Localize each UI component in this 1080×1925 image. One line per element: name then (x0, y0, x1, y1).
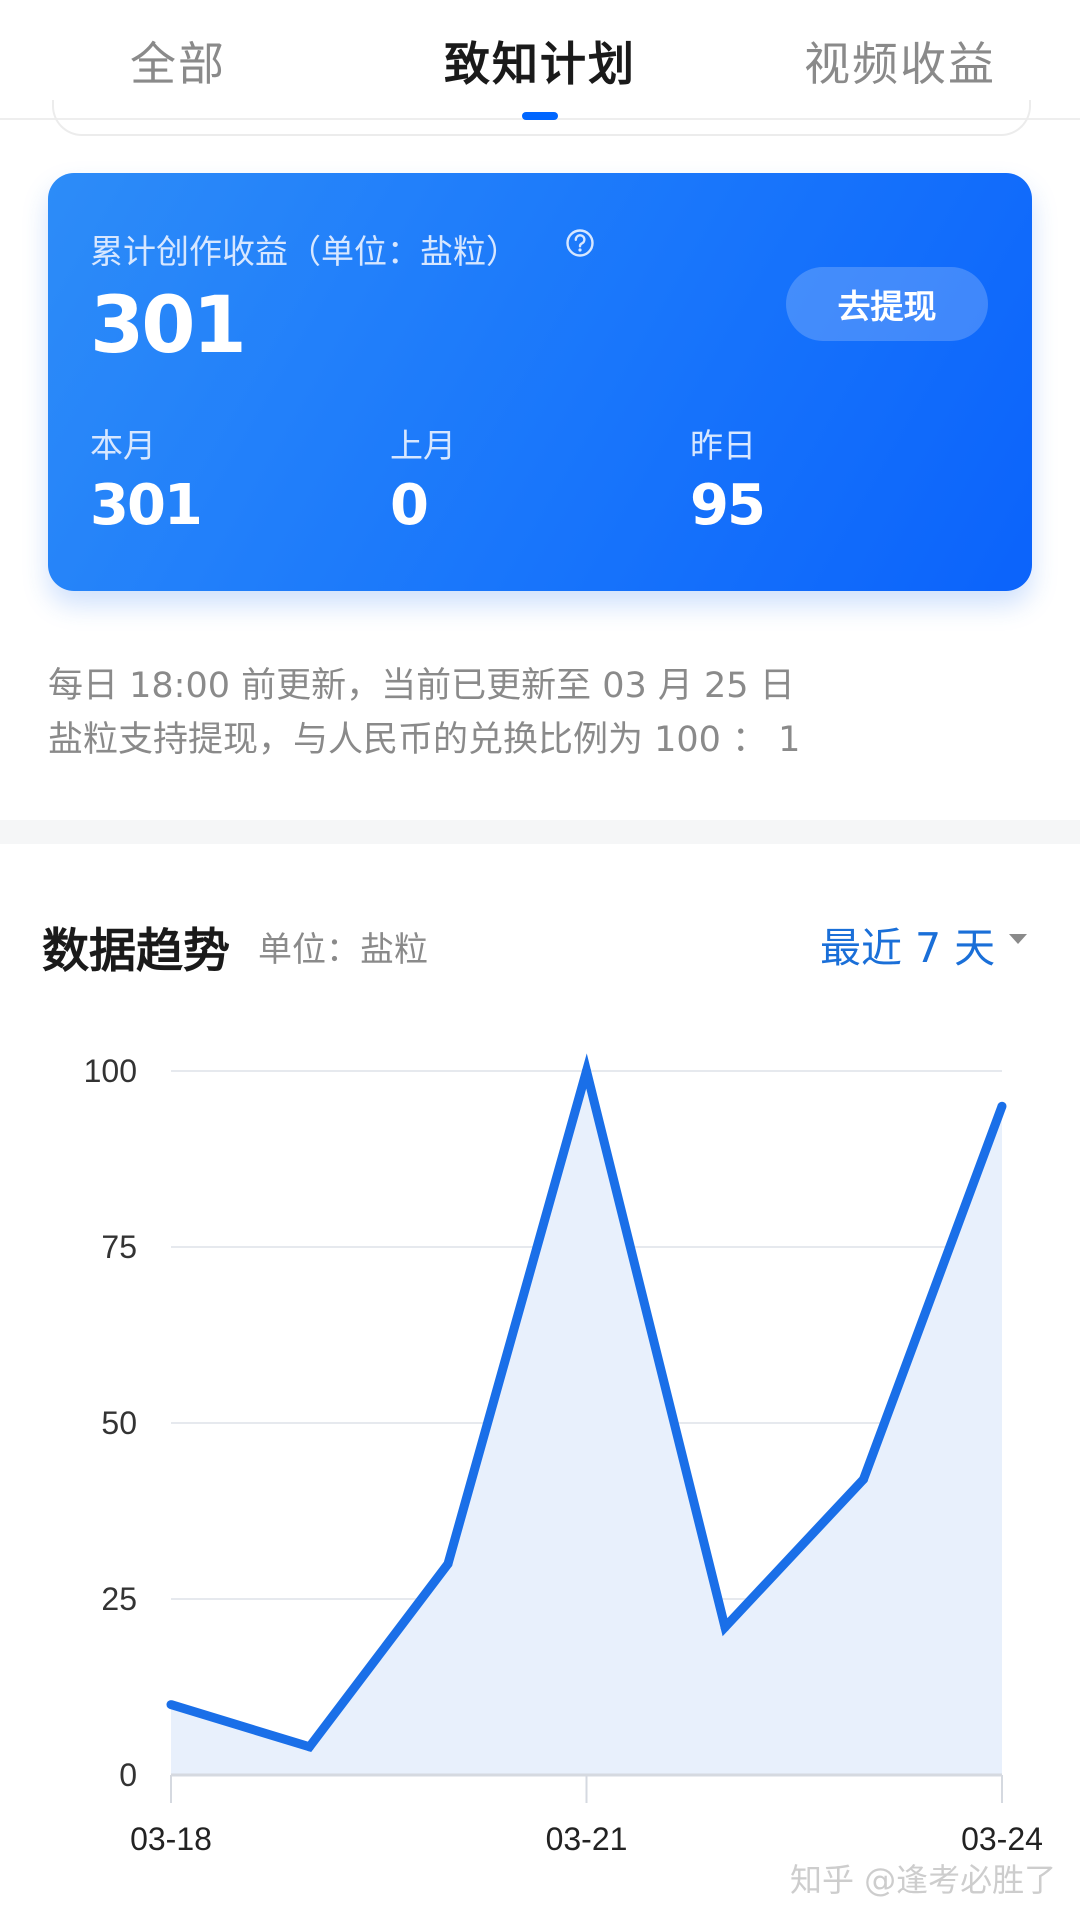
x-tick-label: 03-24 (961, 1821, 1043, 1857)
y-tick-label: 75 (101, 1229, 137, 1265)
y-tick-label: 0 (119, 1757, 137, 1793)
total-earnings-value: 301 (90, 281, 247, 371)
tab-video-earnings[interactable]: 视频收益 (804, 28, 996, 94)
stat-label-last-month: 上月 (390, 426, 456, 465)
caret-down-icon[interactable] (1009, 934, 1027, 944)
data-point (997, 1101, 1007, 1111)
y-tick-label: 50 (101, 1405, 137, 1441)
data-point (443, 1559, 453, 1569)
watermark: 知乎 @逢考必胜了 (790, 1861, 1057, 1899)
exchange-note: 盐粒支持提现，与人民币的兑换比例为 100 ： 1 (48, 720, 801, 760)
data-point (582, 1066, 591, 1076)
question-circle-icon[interactable] (565, 228, 595, 258)
data-point (720, 1622, 730, 1632)
trend-unit: 单位：盐粒 (258, 930, 428, 970)
earnings-title: 累计创作收益（单位：盐粒） (90, 232, 519, 271)
stat-value-this-month: 301 (90, 473, 203, 538)
stat-value-yesterday: 95 (690, 473, 766, 538)
tab-all[interactable]: 全部 (130, 28, 226, 94)
data-point (166, 1700, 176, 1710)
date-range-selector[interactable]: 最近 7 天 (820, 914, 995, 974)
stat-label-this-month: 本月 (90, 426, 156, 465)
data-point (305, 1742, 314, 1752)
trend-title: 数据趋势 (42, 924, 230, 979)
trend-chart: 0 25 50 75 100 03-18 03-21 03-24 (84, 1053, 1043, 1857)
x-tick-label: 03-18 (130, 1821, 212, 1857)
update-note: 每日 18:00 前更新，当前已更新至 03 月 25 日 (48, 666, 795, 706)
y-tick-label: 25 (101, 1581, 137, 1617)
withdraw-button[interactable]: 去提现 (786, 267, 988, 341)
tab-zhizhi-plan[interactable]: 致知计划 (444, 28, 636, 94)
earnings-card: 累计创作收益（单位：盐粒） 301 去提现 本月 301 上月 0 昨日 95 (48, 173, 1032, 591)
stat-label-yesterday: 昨日 (690, 426, 756, 465)
y-tick-label: 100 (84, 1053, 137, 1089)
section-divider (0, 820, 1080, 844)
previous-card-edge (52, 100, 1031, 136)
data-point (859, 1474, 868, 1484)
x-tick-label: 03-21 (546, 1821, 628, 1857)
stat-value-last-month: 0 (390, 473, 429, 538)
